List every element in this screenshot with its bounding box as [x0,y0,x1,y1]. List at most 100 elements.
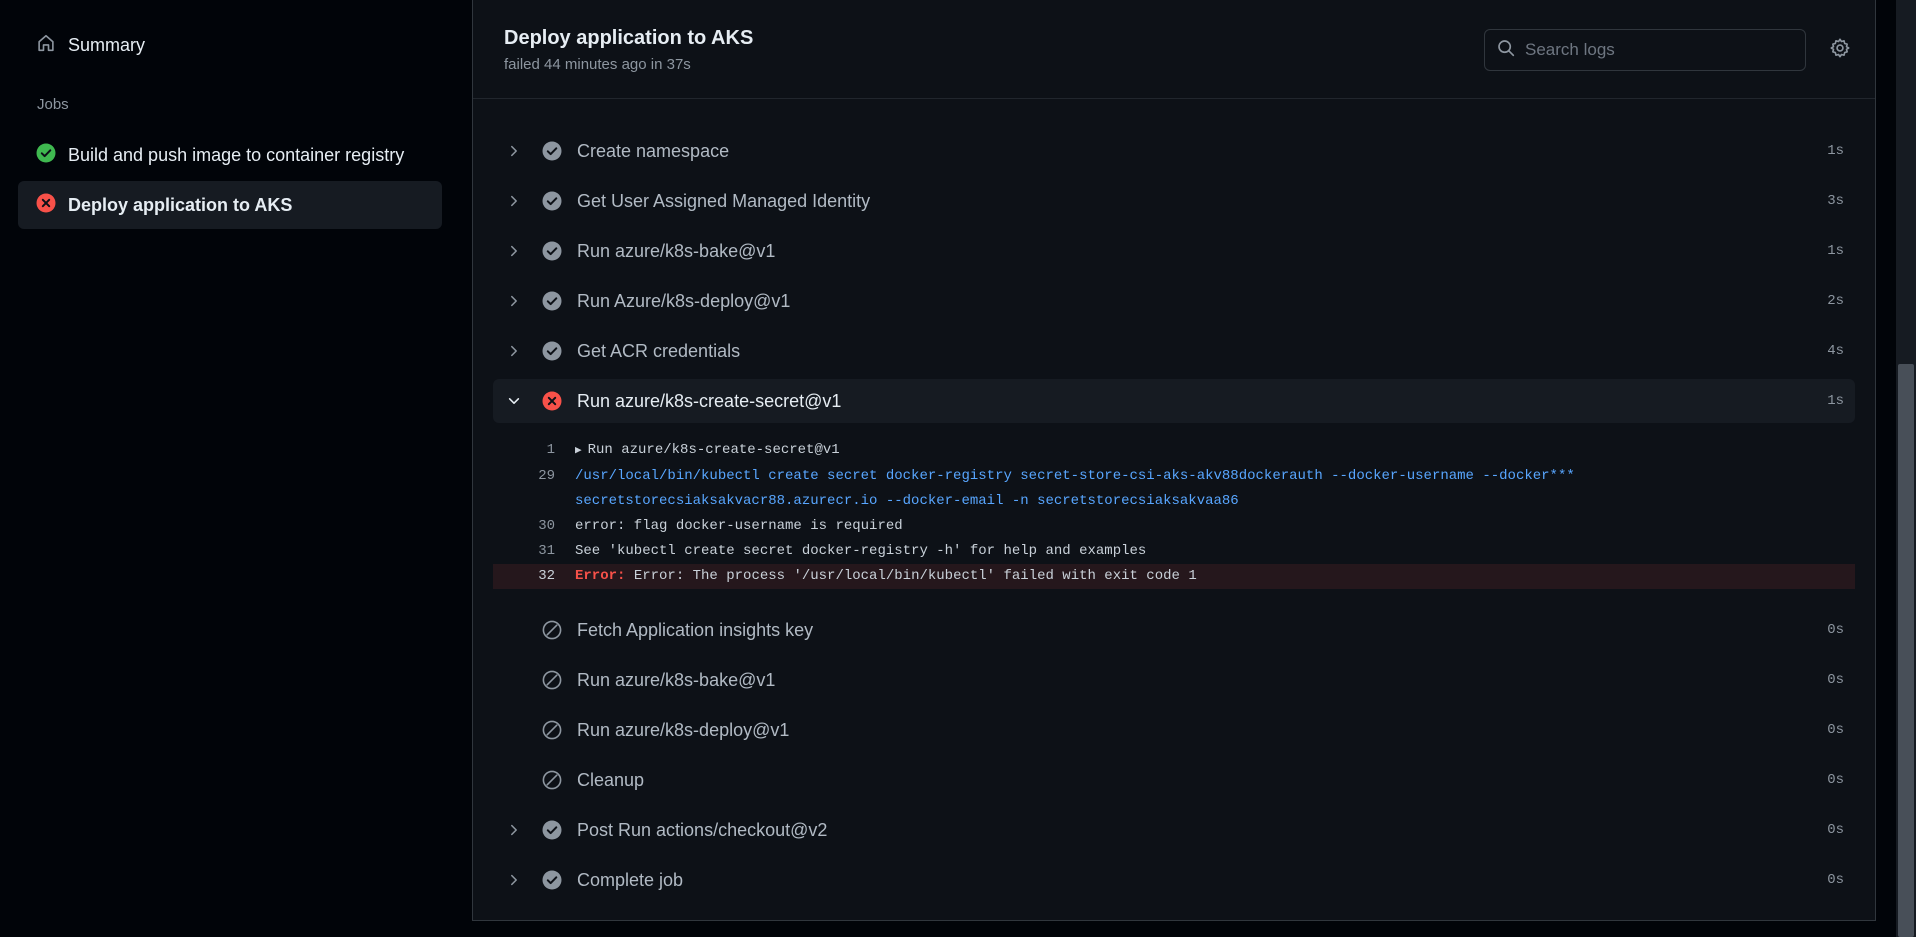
jobs-heading: Jobs [37,96,69,113]
error-tag: Error: [575,568,626,584]
check-circle-icon [542,291,562,311]
skip-icon [542,720,562,740]
job-log-panel: Deploy application to AKS failed 44 minu… [472,0,1876,921]
step-duration: 0s [1827,872,1844,888]
home-icon [36,33,56,58]
sidebar-job-deploy[interactable]: Deploy application to AKS [18,181,442,229]
log-line-number[interactable]: 31 [493,543,555,559]
step-duration: 0s [1827,672,1844,688]
check-circle-icon [542,191,562,211]
step-name: Run Azure/k8s-deploy@v1 [577,290,791,311]
step-name: Fetch Application insights key [577,619,814,640]
chevron-right-icon [503,240,525,262]
log-line-number[interactable]: 30 [493,518,555,534]
settings-button[interactable] [1827,37,1853,63]
job-status-meta: failed 44 minutes ago in 37s [504,56,691,73]
step-duration: 0s [1827,722,1844,738]
step-duration: 1s [1827,243,1844,259]
sidebar-summary-link[interactable]: Summary [18,27,442,63]
step-log-output: 1 ▶ Run azure/k8s-create-secret@v1 29 /us… [493,426,1855,605]
step-name: Run azure/k8s-bake@v1 [577,669,776,690]
check-circle-icon [542,820,562,840]
step-fetch-insights-key[interactable]: Fetch Application insights key 0s [493,605,1855,655]
step-complete-job[interactable]: Complete job 0s [493,855,1855,905]
sidebar-summary-label: Summary [68,34,146,55]
step-duration: 1s [1827,143,1844,159]
step-name: Complete job [577,869,684,890]
log-line: 31 See 'kubectl create secret docker-reg… [493,539,1855,564]
log-line: 29 /usr/local/bin/kubectl create secret … [493,464,1855,514]
page-scrollbar[interactable] [1896,0,1916,937]
step-name: Run azure/k8s-bake@v1 [577,240,776,261]
step-duration: 0s [1827,772,1844,788]
log-line-text: error: flag docker-username is required [575,518,903,534]
log-line-text: Error: Error: The process '/usr/local/bi… [575,564,1197,589]
log-line-error: 32 Error: Error: The process '/usr/local… [493,564,1855,589]
step-name: Get ACR credentials [577,340,741,361]
sidebar: Summary Jobs Build and push image to con… [0,0,472,937]
chevron-right-icon [503,819,525,841]
check-circle-icon [36,143,56,168]
step-duration: 0s [1827,822,1844,838]
sidebar-job-build[interactable]: Build and push image to container regist… [18,131,442,179]
skip-icon [542,620,562,640]
log-command-part: secretstorecsiaksakvacr88.azurecr.io --d… [575,493,1239,509]
gear-icon [1829,37,1851,64]
log-line-text: See 'kubectl create secret docker-regist… [575,543,1147,559]
step-cleanup[interactable]: Cleanup 0s [493,755,1855,805]
log-line-text: /usr/local/bin/kubectl create secret doc… [575,464,1575,514]
scrollbar-thumb[interactable] [1898,364,1914,937]
check-circle-icon [542,141,562,161]
step-create-namespace[interactable]: Create namespace 1s [493,126,1855,176]
log-line-number[interactable]: 29 [493,468,555,484]
check-circle-icon [542,341,562,361]
log-line[interactable]: 1 ▶ Run azure/k8s-create-secret@v1 [493,438,1855,464]
chevron-right-icon [503,190,525,212]
step-duration: 1s [1827,393,1844,409]
skip-icon [542,670,562,690]
search-input[interactable] [1525,40,1785,60]
step-duration: 3s [1827,193,1844,209]
chevron-right-icon [503,290,525,312]
step-k8s-bake-2[interactable]: Run azure/k8s-bake@v1 0s [493,655,1855,705]
sidebar-job-label: Deploy application to AKS [68,194,293,215]
step-name: Create namespace [577,140,730,161]
triangle-right-icon: ▶ [575,445,582,457]
skip-icon [542,770,562,790]
x-circle-icon [542,391,562,411]
step-name: Run azure/k8s-deploy@v1 [577,719,790,740]
step-k8s-deploy[interactable]: Run Azure/k8s-deploy@v1 2s [493,276,1855,326]
step-get-acr-credentials[interactable]: Get ACR credentials 4s [493,326,1855,376]
step-create-secret[interactable]: Run azure/k8s-create-secret@v1 1s [493,379,1855,423]
step-duration: 2s [1827,293,1844,309]
step-name: Run azure/k8s-create-secret@v1 [577,390,842,411]
search-icon [1497,39,1515,62]
log-line-number[interactable]: 1 [493,442,555,458]
sidebar-job-label: Build and push image to container regist… [68,144,405,165]
step-name: Post Run actions/checkout@v2 [577,819,828,840]
log-line-text: Run azure/k8s-create-secret@v1 [587,442,840,458]
page-title: Deploy application to AKS [504,27,754,49]
chevron-right-icon [503,140,525,162]
step-k8s-deploy-2[interactable]: Run azure/k8s-deploy@v1 0s [493,705,1855,755]
step-name: Cleanup [577,769,645,790]
step-post-checkout[interactable]: Post Run actions/checkout@v2 0s [493,805,1855,855]
step-duration: 4s [1827,343,1844,359]
check-circle-icon [542,870,562,890]
job-header: Deploy application to AKS failed 44 minu… [473,0,1875,99]
step-get-identity[interactable]: Get User Assigned Managed Identity 3s [493,176,1855,226]
step-duration: 0s [1827,622,1844,638]
log-line: 30 error: flag docker-username is requir… [493,514,1855,539]
steps-list: Create namespace 1s Get User Assigned Ma… [493,126,1855,905]
log-line-number[interactable]: 32 [493,568,555,584]
error-message: Error: The process '/usr/local/bin/kubec… [625,568,1197,584]
log-command-part: /usr/local/bin/kubectl create secret doc… [575,468,1575,484]
step-k8s-bake[interactable]: Run azure/k8s-bake@v1 1s [493,226,1855,276]
search-box[interactable] [1484,29,1806,71]
chevron-right-icon [503,869,525,891]
log-group-header[interactable]: ▶ Run azure/k8s-create-secret@v1 [575,438,840,464]
chevron-right-icon [503,340,525,362]
check-circle-icon [542,241,562,261]
step-name: Get User Assigned Managed Identity [577,190,871,211]
x-circle-icon [36,193,56,218]
